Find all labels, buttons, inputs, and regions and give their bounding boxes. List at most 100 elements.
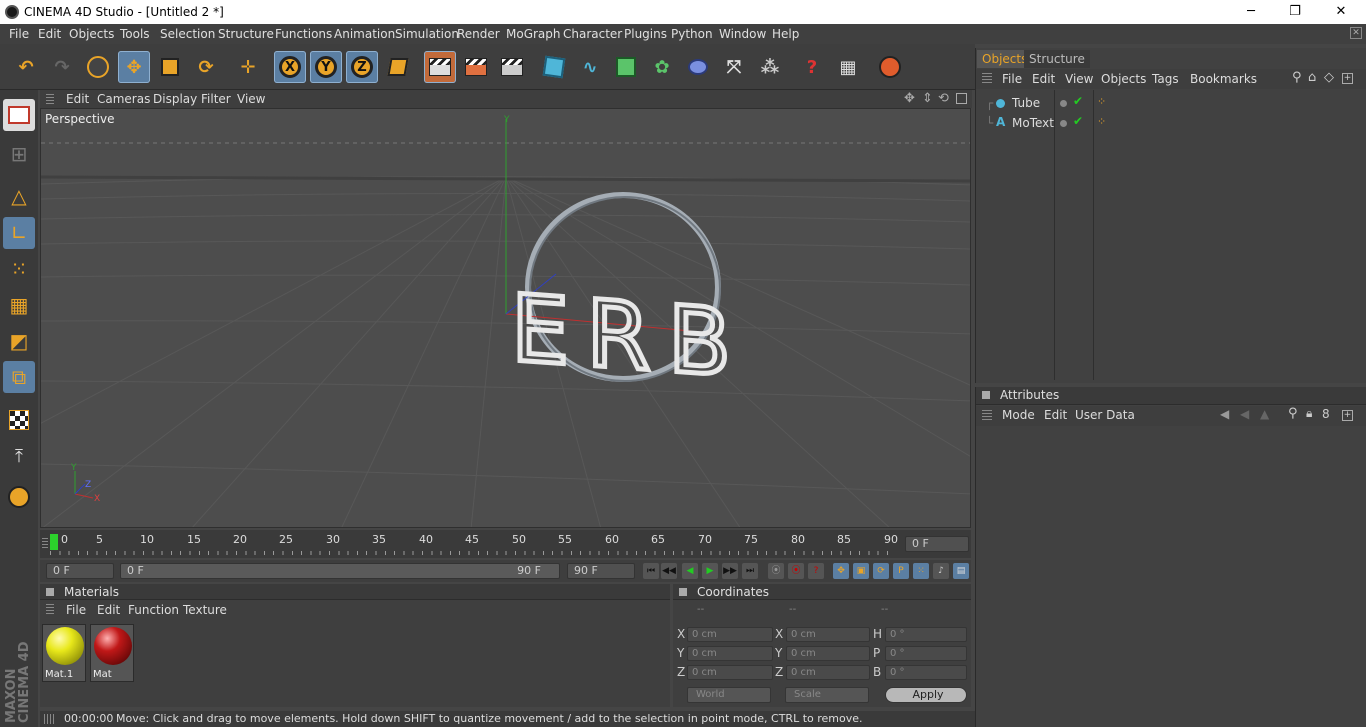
timeline-scale[interactable]: 0 5 10 15 20 25 30 35 40 45 50 55 60 65 …	[50, 533, 906, 555]
objects-menu-view[interactable]: View	[1065, 72, 1093, 86]
objects-menu-objects[interactable]: Objects	[1101, 72, 1146, 86]
enabled-check-icon[interactable]: ✔	[1073, 94, 1083, 108]
autokeying-button[interactable]: ⦿	[788, 563, 804, 579]
motext-object[interactable]: ERB	[509, 272, 734, 399]
polygons-mode-button[interactable]: ◩	[3, 325, 35, 357]
use-model-mode-button[interactable]	[3, 99, 35, 131]
add-cube-button[interactable]	[538, 51, 570, 83]
move-tool-button[interactable]: ✥	[118, 51, 150, 83]
viewport-menu-edit[interactable]: Edit	[66, 92, 89, 106]
size-x-field[interactable]: 0 cm	[786, 627, 870, 642]
model-tool-button[interactable]: △	[3, 180, 35, 212]
play-backward-button[interactable]: ◀	[682, 563, 698, 579]
viewport-menu-display[interactable]: Display	[153, 92, 197, 106]
play-forward-button[interactable]: ▶	[702, 563, 718, 579]
pos-x-field[interactable]: 0 cm	[687, 627, 773, 642]
attributes-menu-edit[interactable]: Edit	[1044, 408, 1067, 422]
visibility-dot-icon[interactable]	[1060, 120, 1067, 127]
viewport-menu-view[interactable]: View	[237, 92, 265, 106]
rot-h-field[interactable]: 0 °	[885, 627, 967, 642]
pos-y-field[interactable]: 0 cm	[687, 646, 773, 661]
object-name[interactable]: MoText	[1012, 116, 1054, 130]
live-selection-button[interactable]	[82, 51, 114, 83]
add-spline-button[interactable]: ∿	[574, 51, 606, 83]
coordinate-system-button[interactable]	[382, 51, 414, 83]
move-axis-button[interactable]: ✛	[232, 51, 264, 83]
menu-tools[interactable]: Tools	[120, 27, 150, 41]
prev-key-button[interactable]: ◀◀	[661, 563, 677, 579]
pan-view-icon[interactable]: ✥	[904, 91, 915, 106]
add-nurbs-button[interactable]	[610, 51, 642, 83]
key-rotation-button[interactable]: ⟳	[873, 563, 889, 579]
world-dropdown[interactable]: World	[687, 687, 771, 703]
maximize-button[interactable]: ❐	[1280, 2, 1310, 22]
materials-menu-function[interactable]: Function	[128, 603, 179, 617]
menu-window[interactable]: Window	[719, 27, 766, 41]
scale-dropdown[interactable]: Scale	[785, 687, 869, 703]
z-axis-lock-button[interactable]: Z	[346, 51, 378, 83]
up-arrow-icon[interactable]: ▲	[1260, 407, 1269, 421]
points-mode-button[interactable]: ⁙	[3, 253, 35, 285]
rot-b-field[interactable]: 0 °	[885, 665, 967, 680]
menu-structure[interactable]: Structure	[218, 27, 274, 41]
render-picture-viewer-button[interactable]	[460, 51, 492, 83]
viewport-menu-filter[interactable]: Filter	[201, 92, 231, 106]
interpolation-button[interactable]: ♪	[933, 563, 949, 579]
add-scene-button[interactable]: ⤧	[718, 51, 750, 83]
key-parameter-button[interactable]: P	[893, 563, 909, 579]
menu-file[interactable]: File	[9, 27, 29, 41]
timeline-ruler[interactable]: 0 5 10 15 20 25 30 35 40 45 50 55 60 65 …	[40, 530, 971, 558]
pos-z-field[interactable]: 0 cm	[687, 665, 773, 680]
next-key-button[interactable]: ▶▶	[722, 563, 738, 579]
size-y-field[interactable]: 0 cm	[786, 646, 870, 661]
perspective-viewport[interactable]: Y ERB Y Z X Perspective	[40, 108, 971, 528]
close-button[interactable]: ✕	[1326, 2, 1356, 22]
current-frame-field[interactable]: 0 F	[905, 536, 969, 552]
render-settings-button[interactable]	[496, 51, 528, 83]
attributes-menu-mode[interactable]: Mode	[1002, 408, 1035, 422]
pin-icon[interactable]: 8	[1322, 407, 1330, 421]
preview-range-slider[interactable]: 0 F 90 F	[120, 563, 560, 579]
y-axis-lock-button[interactable]: Y	[310, 51, 342, 83]
objects-menu-tags[interactable]: Tags	[1152, 72, 1179, 86]
object-row-motext[interactable]: └ A MoText ✔ ⁘	[976, 114, 1366, 134]
edges-mode-button[interactable]: ▦	[3, 289, 35, 321]
menu-help[interactable]: Help	[772, 27, 799, 41]
undo-button[interactable]: ↶	[10, 51, 42, 83]
key-pla-button[interactable]: ⁙	[913, 563, 929, 579]
new-panel-icon[interactable]: +	[1342, 410, 1353, 421]
apply-button[interactable]: Apply	[885, 687, 967, 703]
start-frame-field[interactable]: 0 F	[46, 563, 114, 579]
menu-animation[interactable]: Animation	[334, 27, 395, 41]
object-axis-tool-button[interactable]: ∟	[3, 217, 35, 249]
goto-end-button[interactable]: ⏭	[742, 563, 758, 579]
back-arrow-icon[interactable]: ◀	[1220, 407, 1229, 421]
redo-button[interactable]: ↷	[46, 51, 78, 83]
texture-mode-button[interactable]: ⊞	[3, 138, 35, 170]
material-swatch[interactable]: Mat	[90, 624, 134, 682]
size-z-field[interactable]: 0 cm	[786, 665, 870, 680]
attributes-menu-user-data[interactable]: User Data	[1075, 408, 1135, 422]
workplane-button[interactable]	[3, 404, 35, 436]
rotate-tool-button[interactable]: ⟳	[190, 51, 222, 83]
maximize-view-icon[interactable]	[956, 93, 967, 104]
goto-start-button[interactable]: ⏮	[643, 563, 659, 579]
visibility-dot-icon[interactable]	[1060, 100, 1067, 107]
tab-structure[interactable]: Structure	[1024, 50, 1090, 68]
menu-render[interactable]: Render	[457, 27, 500, 41]
menu-character[interactable]: Character	[563, 27, 622, 41]
materials-menu-texture[interactable]: Texture	[183, 603, 227, 617]
menu-plugins[interactable]: Plugins	[624, 27, 667, 41]
add-deformer-button[interactable]	[682, 51, 714, 83]
key-position-button[interactable]: ✥	[833, 563, 849, 579]
home-icon[interactable]: ⌂	[1308, 70, 1316, 85]
objects-menu-bookmarks[interactable]: Bookmarks	[1190, 72, 1257, 86]
search-icon[interactable]: ⚲	[1288, 406, 1298, 421]
render-web-button[interactable]	[874, 51, 906, 83]
menu-objects[interactable]: Objects	[69, 27, 114, 41]
menu-simulation[interactable]: Simulation	[395, 27, 459, 41]
phong-tag-icon[interactable]: ⁘	[1097, 95, 1106, 108]
key-scale-button[interactable]: ▣	[853, 563, 869, 579]
menu-functions[interactable]: Functions	[275, 27, 332, 41]
render-view-button[interactable]	[424, 51, 456, 83]
